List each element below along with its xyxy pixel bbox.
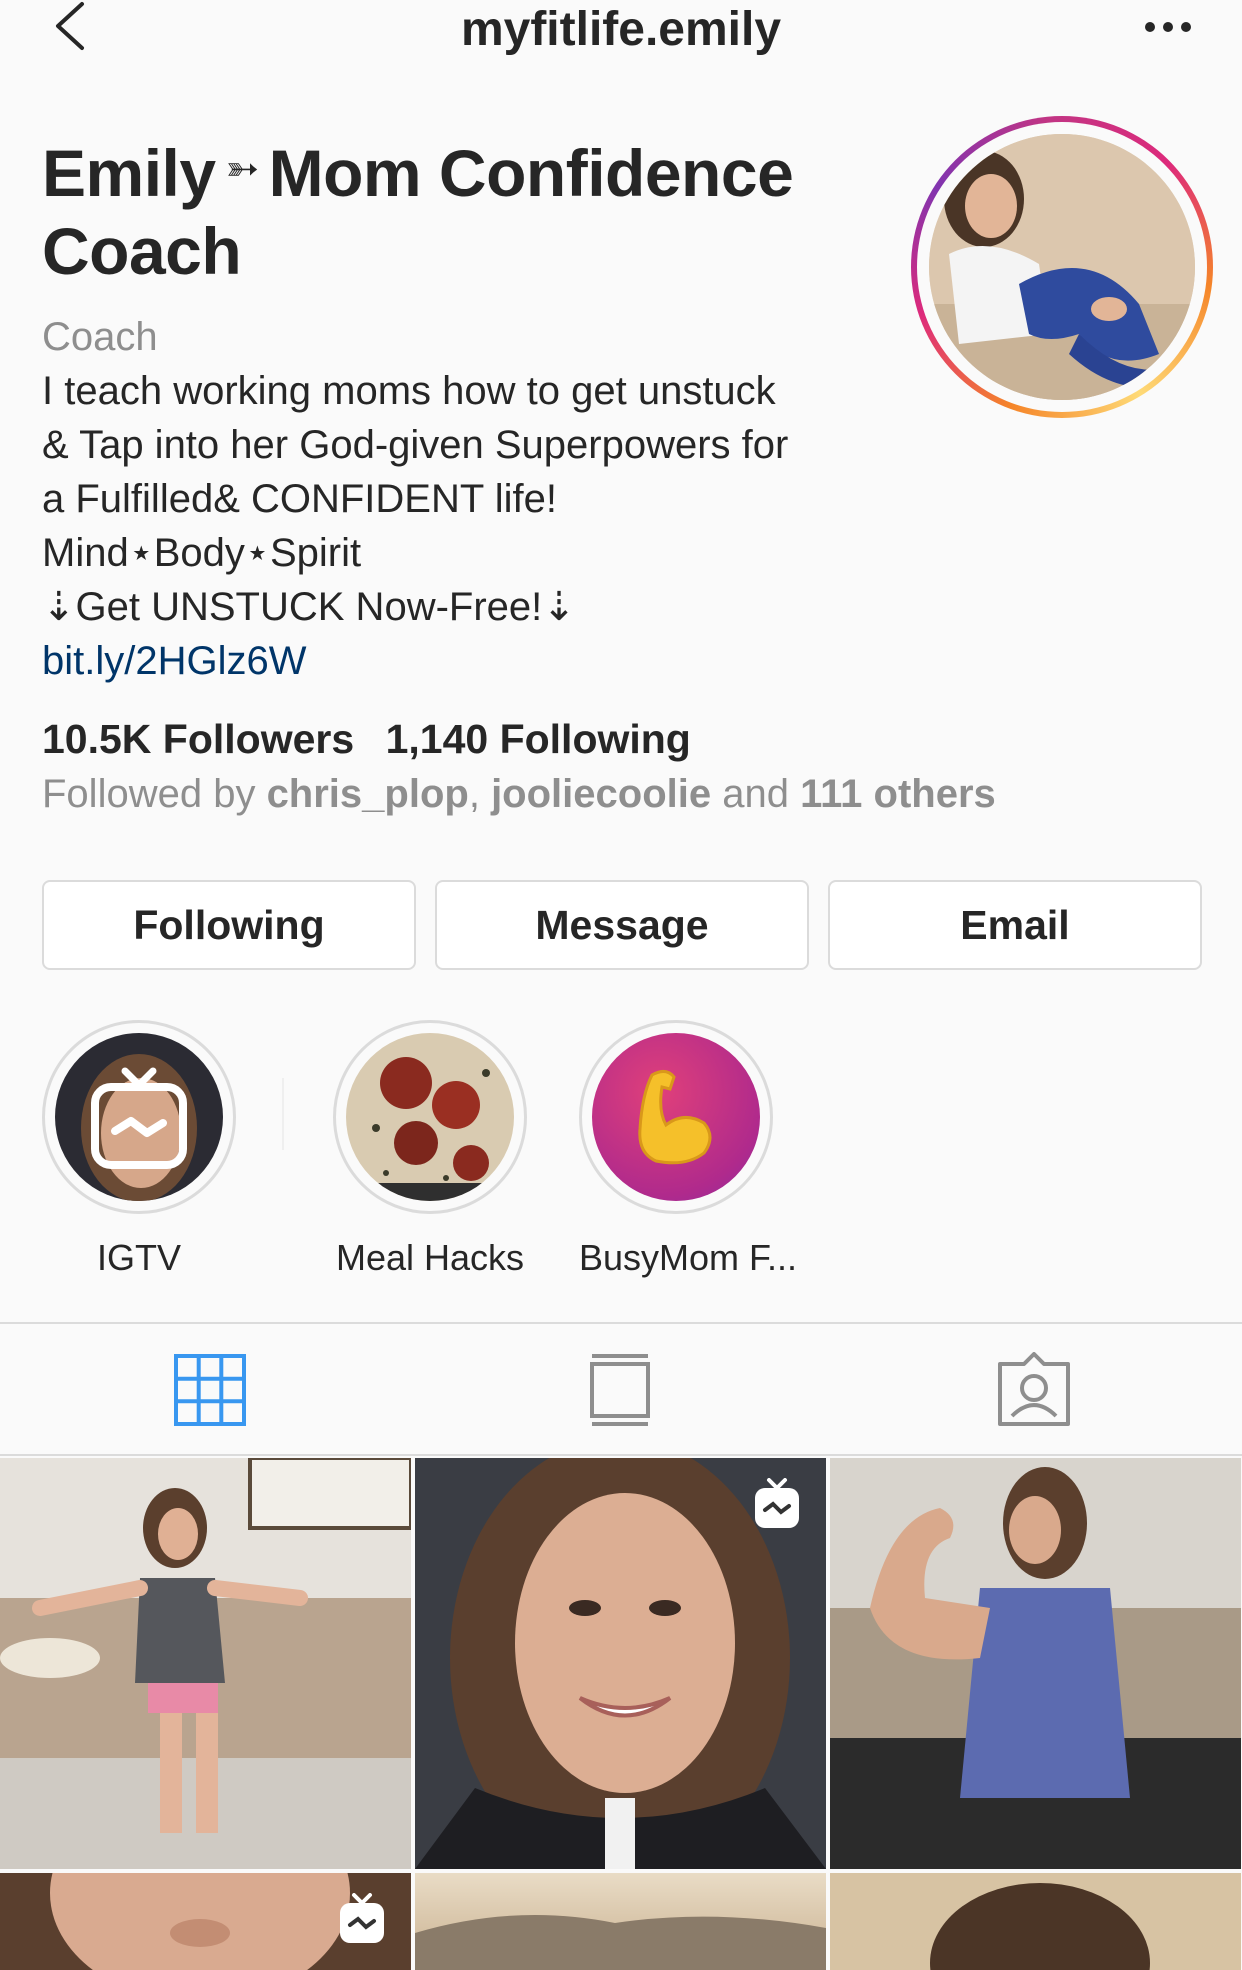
highlight-cover (55, 1033, 223, 1201)
display-name-part2: Mom Confidence (268, 136, 794, 210)
highlight-meal-hacks[interactable]: Meal Hacks (333, 1020, 527, 1280)
separator: , (468, 772, 492, 816)
top-bar: myfitlife.emily (0, 0, 1242, 60)
bio-line: Mind⋆Body⋆Spirit (42, 531, 362, 575)
profile-tabs (0, 1322, 1242, 1456)
highlight-cover (592, 1033, 760, 1201)
mutual-followers-others[interactable]: 111 others (800, 772, 996, 816)
bio-line: & Tap into her God-given Superpowers for (42, 423, 789, 467)
highlight-busymom[interactable]: BusyMom F... (579, 1020, 798, 1280)
bio-line: I teach working moms how to get unstuck (42, 369, 776, 413)
highlight-igtv[interactable]: IGTV (42, 1020, 236, 1280)
highlight-divider (282, 1078, 284, 1150)
following-button[interactable]: Following (42, 880, 416, 970)
highlight-cover (346, 1033, 514, 1201)
display-name-line2: Coach (42, 214, 242, 288)
grid-tab-icon[interactable] (172, 1352, 248, 1428)
highlight-ring (579, 1020, 773, 1214)
bio-link[interactable]: bit.ly/2HGlz6W (42, 634, 922, 688)
highlight-label: BusyMom F... (579, 1237, 798, 1278)
bio-line: ⇣Get UNSTUCK Now-Free!⇣ (42, 585, 576, 629)
highlight-label: IGTV (96, 1237, 181, 1278)
igtv-cover-illustration (55, 1033, 223, 1201)
followed-by-text[interactable]: Followed by chris_plop, jooliecoolie and… (42, 767, 996, 821)
followers-count[interactable]: 10.5K Followers (42, 716, 354, 762)
grid-post[interactable] (0, 1873, 411, 1970)
flexed-bicep-icon (638, 1070, 712, 1165)
igtv-badge-icon (340, 1893, 384, 1943)
avatar-illustration (929, 134, 1195, 400)
profile-stats: 10.5K Followers 1,140 Following (42, 712, 711, 766)
mutual-follower[interactable]: jooliecoolie (491, 772, 711, 816)
avatar-photo (929, 134, 1195, 400)
bio-line: a Fulfilled& CONFIDENT life! (42, 477, 557, 521)
avatar-border (917, 122, 1207, 412)
post-photo (415, 1873, 826, 1970)
mutual-follower[interactable]: chris_plop (267, 772, 469, 816)
grid-post[interactable] (415, 1873, 826, 1970)
following-count[interactable]: 1,140 Following (386, 716, 691, 762)
grid-post[interactable] (830, 1873, 1241, 1970)
email-button[interactable]: Email (828, 880, 1202, 970)
profile-display-name: Emily ➳ Mom Confidence Coach (42, 130, 862, 290)
post-photo (830, 1873, 1241, 1970)
post-photo (0, 1458, 411, 1869)
post-photo (830, 1458, 1241, 1869)
profile-username: myfitlife.emily (460, 3, 782, 56)
conjunction: and (711, 772, 801, 816)
tagged-tab-icon[interactable] (996, 1352, 1072, 1428)
igtv-badge-icon (755, 1478, 799, 1528)
arrow-emoji: ➳ (225, 147, 260, 191)
grid-post[interactable] (415, 1458, 826, 1869)
message-button[interactable]: Message (435, 880, 809, 970)
grid-post[interactable] (830, 1458, 1241, 1869)
display-name-part1: Emily (42, 136, 216, 210)
profile-category: Coach (42, 315, 158, 359)
highlight-label: Meal Hacks (335, 1237, 525, 1278)
more-options-icon[interactable] (1142, 16, 1194, 38)
profile-bio: Coach I teach working moms how to get un… (42, 310, 922, 688)
pizza-cover-illustration (346, 1033, 514, 1201)
highlight-ring (333, 1020, 527, 1214)
profile-avatar[interactable] (911, 116, 1213, 418)
grid-post[interactable] (0, 1458, 411, 1869)
feed-tab-icon[interactable] (582, 1352, 658, 1428)
highlight-ring (42, 1020, 236, 1214)
followed-by-prefix: Followed by (42, 772, 267, 816)
